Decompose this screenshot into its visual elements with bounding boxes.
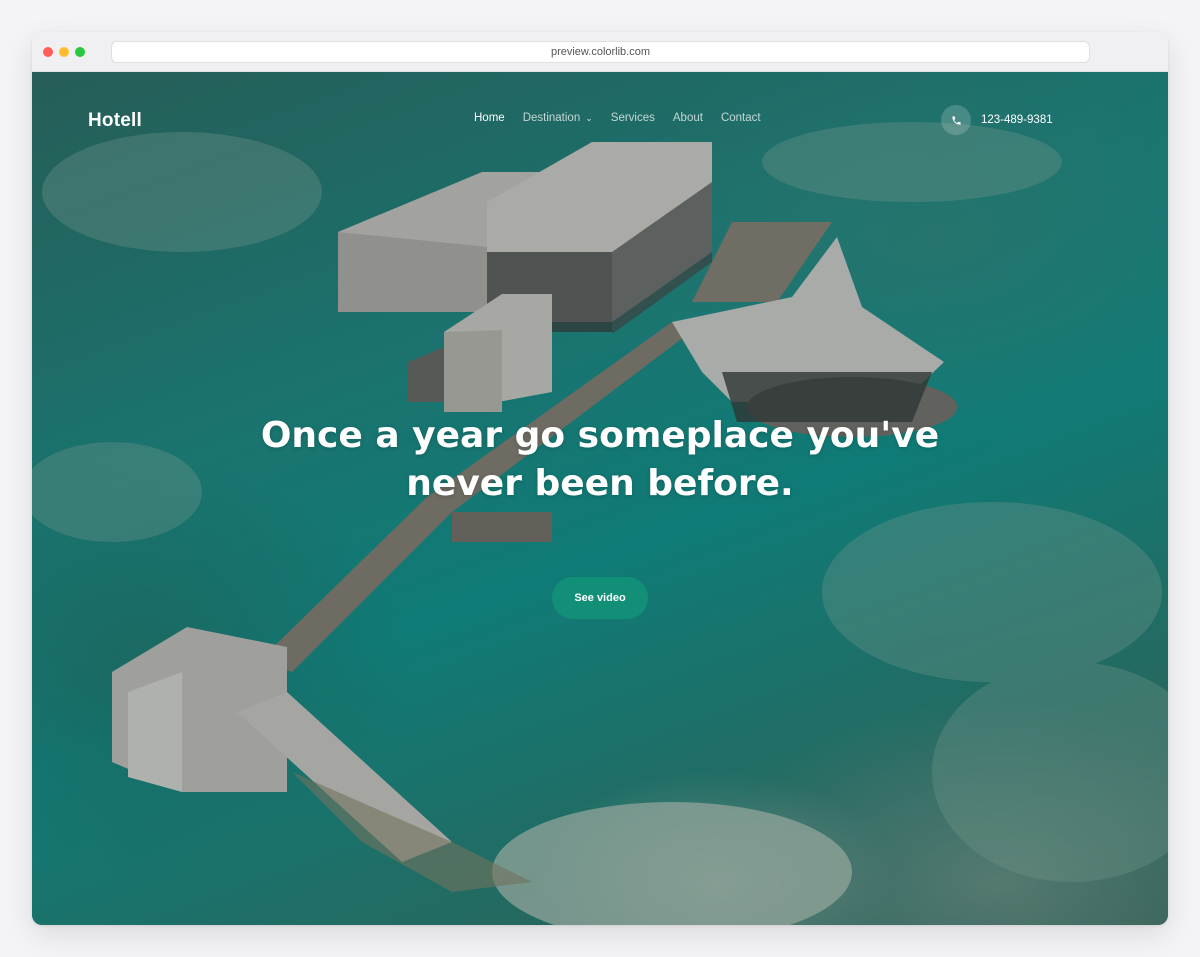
nav-item-label: Contact [720, 112, 761, 124]
site-logo[interactable]: Hotell [88, 110, 142, 132]
phone-contact[interactable]: 123-489-9381 [941, 105, 1053, 135]
hero-headline-line-2: never been before. [406, 463, 794, 504]
nav-item-about[interactable]: About [673, 112, 703, 124]
address-bar[interactable]: preview.colorlib.com [111, 41, 1090, 63]
minimize-dot[interactable] [59, 47, 69, 57]
url-text: preview.colorlib.com [550, 46, 651, 58]
nav-item-services[interactable]: Services [611, 112, 655, 124]
nav-item-destination[interactable]: Destination ⌄ [523, 112, 593, 124]
nav-menu: Home Destination ⌄ Services About Contac… [474, 112, 761, 124]
browser-toolbar: preview.colorlib.com [32, 32, 1168, 72]
nav-item-label: Home [474, 112, 505, 124]
close-dot[interactable] [43, 47, 53, 57]
nav-item-label: Destination [522, 112, 581, 124]
phone-icon [941, 105, 971, 135]
main-navigation: Hotell Home Destination ⌄ Services About… [32, 72, 1168, 168]
chevron-down-icon: ⌄ [585, 112, 593, 123]
hero-section: Hotell Home Destination ⌄ Services About… [32, 72, 1168, 925]
nav-item-home[interactable]: Home [474, 112, 505, 124]
browser-window: preview.colorlib.com Hotell Home Destina… [32, 32, 1168, 925]
hero-headline: Once a year go someplace you've never be… [200, 412, 1000, 508]
nav-item-contact[interactable]: Contact [721, 112, 761, 124]
nav-item-label: Services [610, 112, 655, 124]
maximize-dot[interactable] [75, 47, 85, 57]
hero-headline-line-1: Once a year go someplace you've [260, 415, 940, 456]
phone-number: 123-489-9381 [981, 114, 1053, 126]
see-video-button[interactable]: See video [552, 577, 648, 619]
nav-item-label: About [672, 112, 703, 124]
